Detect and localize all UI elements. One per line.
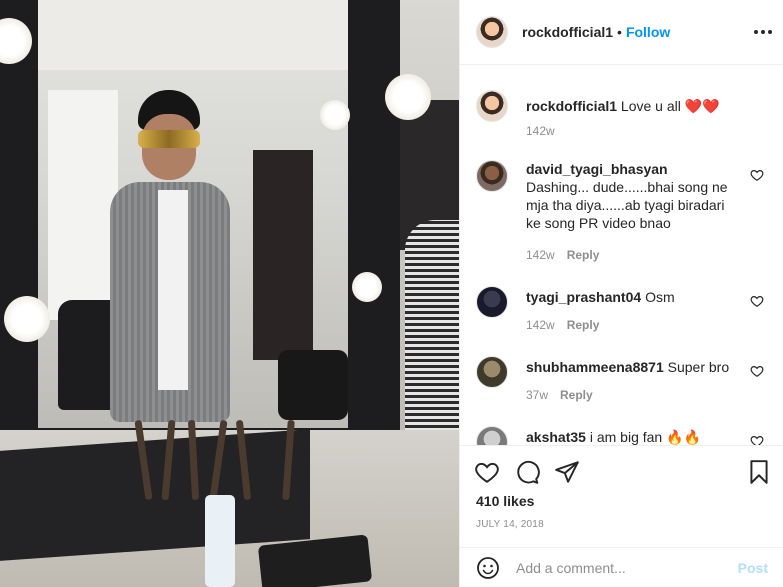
comment-username[interactable]: shubhammeena8871 — [526, 359, 664, 375]
vanity-bulb — [4, 296, 50, 342]
post-actions: 410 likes July 14, 2018 Post — [460, 445, 783, 587]
avatar[interactable] — [476, 90, 508, 122]
comment-item: david_tyagi_bhasyan Dashing... dude.....… — [476, 160, 776, 262]
comment-text: Osm — [645, 289, 675, 305]
post-panel: rockdofficial1 • Follow rockdofficial1 L… — [459, 0, 783, 587]
caption: rockdofficial1 Love u all ❤️❤️ 142w — [476, 90, 776, 140]
caption-text: Love u all ❤️❤️ — [620, 98, 720, 114]
comment-item: akshat35 i am big fan 🔥🔥 — [476, 426, 776, 445]
avatar[interactable] — [476, 160, 508, 192]
vanity-bulb — [385, 74, 431, 120]
reply-button[interactable]: Reply — [560, 388, 593, 402]
reply-button[interactable]: Reply — [567, 248, 600, 262]
vanity-bulb — [352, 272, 382, 302]
vanity-bulb — [320, 100, 350, 130]
comment-timestamp[interactable]: 142w — [526, 318, 555, 332]
post-photo[interactable] — [0, 0, 459, 587]
avatar[interactable] — [476, 356, 508, 388]
header-username[interactable]: rockdofficial1 — [522, 24, 613, 40]
comment-text: i am big fan 🔥🔥 — [589, 429, 701, 445]
more-options-icon[interactable] — [751, 22, 775, 42]
comment-timestamp[interactable]: 37w — [526, 388, 548, 402]
comment-input[interactable] — [516, 560, 738, 576]
comment-timestamp[interactable]: 142w — [526, 248, 555, 262]
cream-tube — [205, 495, 235, 587]
add-comment-bar: Post — [460, 547, 783, 587]
heart-icon[interactable] — [750, 364, 764, 378]
bookmark-icon[interactable] — [746, 459, 772, 485]
comment-text: Dashing... dude......bhai song ne mja th… — [526, 179, 728, 231]
comment-item: tyagi_prashant04 Osm 142w Reply — [476, 286, 776, 336]
caption-username[interactable]: rockdofficial1 — [526, 98, 617, 114]
comments-list[interactable]: rockdofficial1 Love u all ❤️❤️ 142w davi… — [460, 66, 783, 445]
comment-item: shubhammeena8871 Super bro 37w Reply — [476, 356, 776, 406]
reply-button[interactable]: Reply — [567, 318, 600, 332]
heart-icon[interactable] — [750, 168, 764, 182]
avatar[interactable] — [476, 286, 508, 318]
post-comment-button[interactable]: Post — [738, 560, 768, 576]
separator-dot: • — [617, 24, 622, 40]
heart-icon[interactable] — [750, 434, 764, 445]
emoji-icon[interactable] — [476, 556, 500, 580]
heart-icon[interactable] — [474, 459, 500, 485]
person-in-mirror — [110, 90, 230, 422]
post-date[interactable]: July 14, 2018 — [476, 519, 544, 530]
post-header: rockdofficial1 • Follow — [460, 0, 783, 65]
avatar[interactable] — [476, 426, 508, 445]
comment-username[interactable]: akshat35 — [526, 429, 586, 445]
caption-timestamp[interactable]: 142w — [526, 124, 555, 138]
comment-username[interactable]: david_tyagi_bhasyan — [526, 161, 668, 177]
comment-username[interactable]: tyagi_prashant04 — [526, 289, 641, 305]
brush-roll — [0, 429, 310, 561]
avatar[interactable] — [476, 16, 508, 48]
share-icon[interactable] — [554, 459, 580, 485]
follow-button[interactable]: Follow — [626, 24, 670, 40]
likes-count[interactable]: 410 likes — [476, 493, 534, 509]
comment-text: Super bro — [667, 359, 730, 375]
comment-icon[interactable] — [514, 459, 540, 485]
heart-icon[interactable] — [750, 294, 764, 308]
